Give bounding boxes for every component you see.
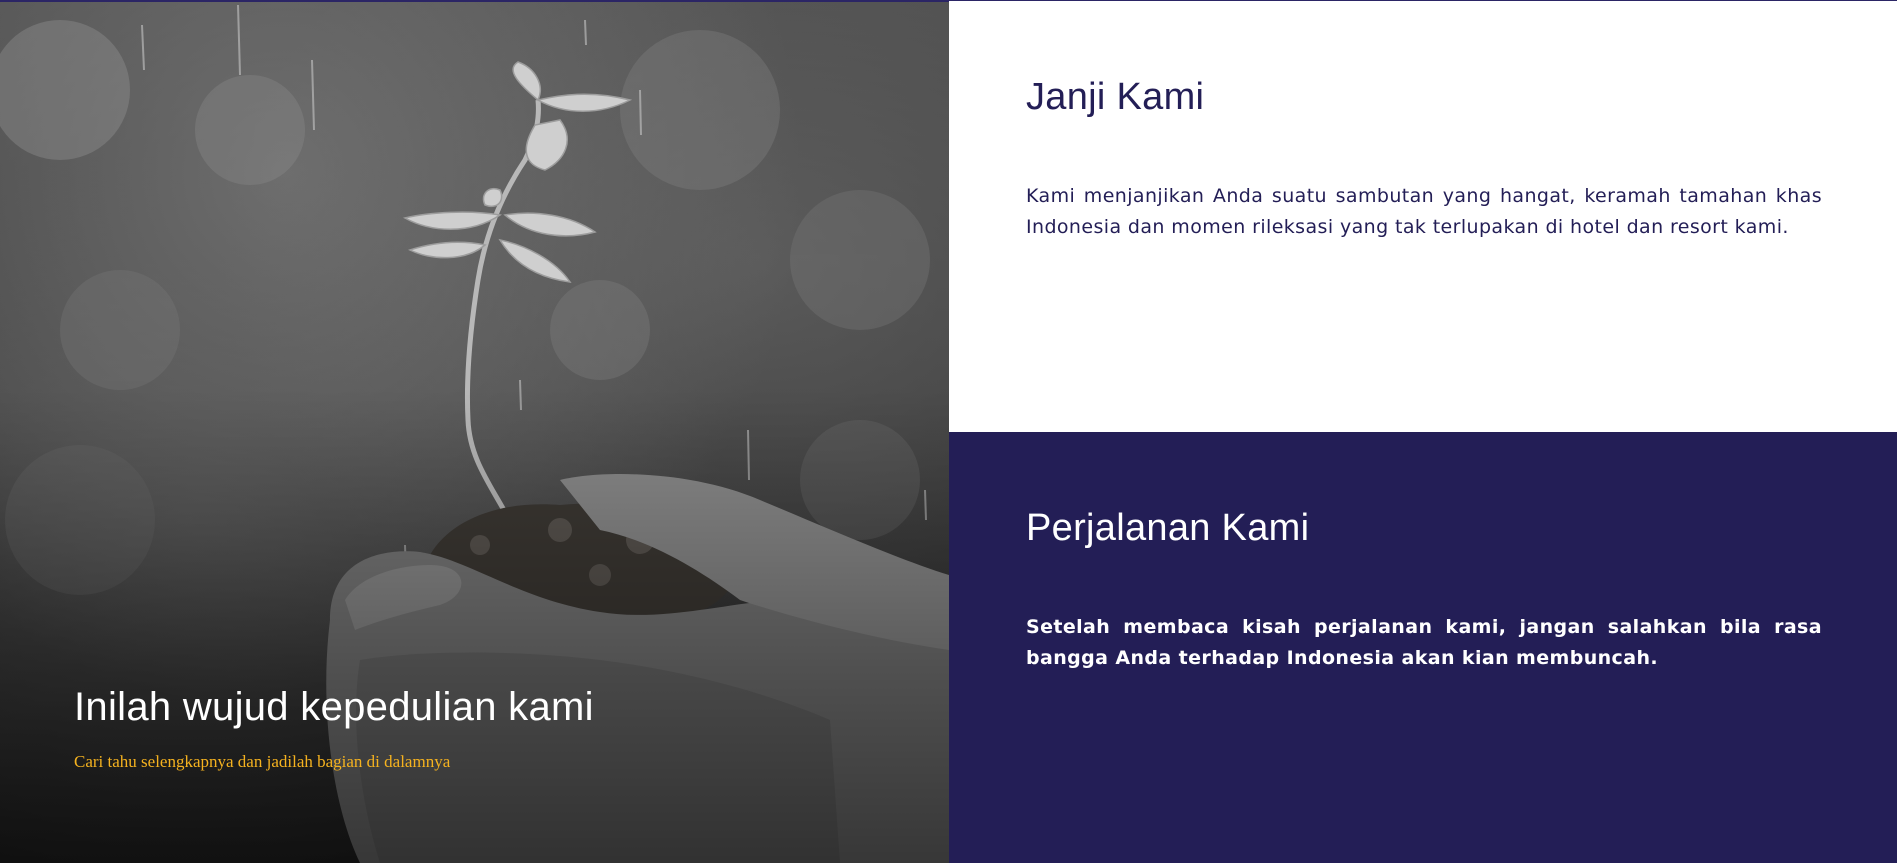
promise-panel: Janji Kami Kami menjanjikan Anda suatu s… [949,0,1897,432]
journey-title: Perjalanan Kami [1026,507,1310,549]
hero-text-block: Inilah wujud kepedulian kami Cari tahu s… [74,683,854,773]
hero-top-border [0,0,949,2]
promise-title: Janji Kami [1026,76,1205,118]
hero-gradient-overlay [0,388,949,863]
journey-panel: Perjalanan Kami Setelah membaca kisah pe… [949,432,1897,863]
promise-body: Kami menjanjikan Anda suatu sambutan yan… [1026,185,1822,238]
journey-body: Setelah membaca kisah perjalanan kami, j… [1026,616,1822,669]
page: Inilah wujud kepedulian kami Cari tahu s… [0,0,1897,863]
hero-learn-more-link[interactable]: Cari tahu selengkapnya dan jadilah bagia… [74,751,450,773]
right-column: Janji Kami Kami menjanjikan Anda suatu s… [949,0,1897,863]
hero-section: Inilah wujud kepedulian kami Cari tahu s… [0,0,949,863]
hero-title: Inilah wujud kepedulian kami [74,685,594,729]
